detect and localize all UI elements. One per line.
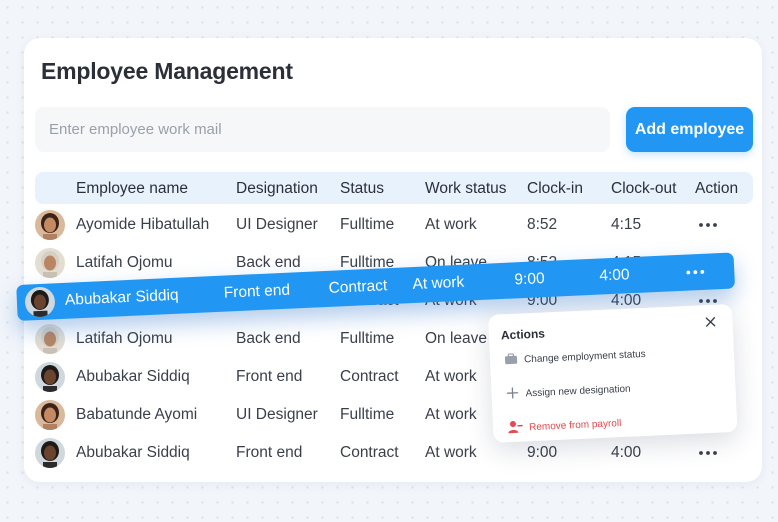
table-cell-name: Abubakar Siddiq (76, 368, 190, 385)
table-cell-clock-out: 4:15 (611, 216, 642, 233)
avatar (35, 400, 65, 430)
avatar (35, 210, 65, 240)
table-cell-name: Latifah Ojomu (76, 330, 173, 347)
table-cell-status: Fulltime (340, 330, 395, 347)
col-status[interactable]: Status (340, 180, 384, 198)
avatar (35, 438, 65, 468)
table-cell-name: Abubakar Siddiq (76, 444, 190, 461)
table-cell-designation: Front end (236, 368, 303, 385)
dragged-row-designation: Front end (223, 281, 291, 302)
avatar (35, 248, 65, 278)
briefcase-icon (504, 352, 519, 370)
search-input[interactable] (35, 107, 610, 152)
avatar (35, 362, 65, 392)
table-cell-designation: Back end (236, 254, 301, 271)
table-cell-status: Contract (340, 444, 399, 461)
actions-menu-title: Actions (500, 326, 546, 343)
col-work-status[interactable]: Work status (425, 180, 507, 198)
avatar (35, 324, 65, 354)
dragged-row-name: Abubakar Siddiq (64, 286, 179, 309)
menu-item-change-employment-status[interactable]: Change employment status (504, 346, 646, 369)
table-cell-designation: UI Designer (236, 406, 318, 423)
table-cell-designation: Front end (236, 444, 303, 461)
table-cell-work-status: At work (425, 406, 477, 423)
actions-menu: Actions Change employment status Assign … (488, 303, 738, 443)
col-clock-in[interactable]: Clock-in (527, 180, 583, 198)
table-cell-clock-in: 9:00 (527, 444, 558, 461)
table-cell-status: Contract (340, 368, 399, 385)
more-options-icon[interactable] (696, 446, 720, 460)
table-cell-name: Babatunde Ayomi (76, 406, 198, 423)
col-clock-out[interactable]: Clock-out (611, 180, 676, 198)
table-cell-name: Latifah Ojomu (76, 254, 173, 271)
plus-icon (505, 386, 520, 404)
dragged-row-status: Contract (328, 277, 388, 297)
page-title: Employee Management (41, 58, 293, 84)
table-cell-name: Ayomide Hibatullah (76, 216, 210, 233)
more-options-icon[interactable] (696, 218, 720, 232)
dragged-row-work-status: At work (412, 273, 465, 294)
col-designation[interactable]: Designation (236, 180, 318, 198)
add-employee-button[interactable]: Add employee (626, 107, 753, 152)
avatar (24, 286, 56, 318)
col-employee-name[interactable]: Employee name (76, 180, 188, 198)
remove-user-icon (507, 420, 524, 438)
table-cell-status: Fulltime (340, 216, 395, 233)
dragged-row-clock-in: 9:00 (514, 270, 545, 289)
table-cell-work-status: At work (425, 368, 477, 385)
table-cell-designation: UI Designer (236, 216, 318, 233)
table-cell-clock-in: 8:52 (527, 216, 558, 233)
menu-item-remove-from-payroll[interactable]: Remove from payroll (507, 415, 622, 437)
menu-item-assign-new-designation[interactable]: Assign new designation (505, 381, 631, 404)
table-cell-clock-out: 4:00 (611, 444, 642, 461)
col-action: Action (695, 180, 739, 197)
table-cell-status: Fulltime (340, 406, 395, 423)
table-cell-work-status: At work (425, 444, 477, 461)
dragged-row-clock-out: 4:00 (598, 266, 630, 285)
table-cell-work-status: At work (425, 216, 477, 233)
table-cell-work-status: On leave (425, 330, 488, 347)
close-icon[interactable] (702, 314, 719, 331)
table-cell-designation: Back end (236, 330, 301, 347)
more-options-icon[interactable] (683, 265, 708, 280)
